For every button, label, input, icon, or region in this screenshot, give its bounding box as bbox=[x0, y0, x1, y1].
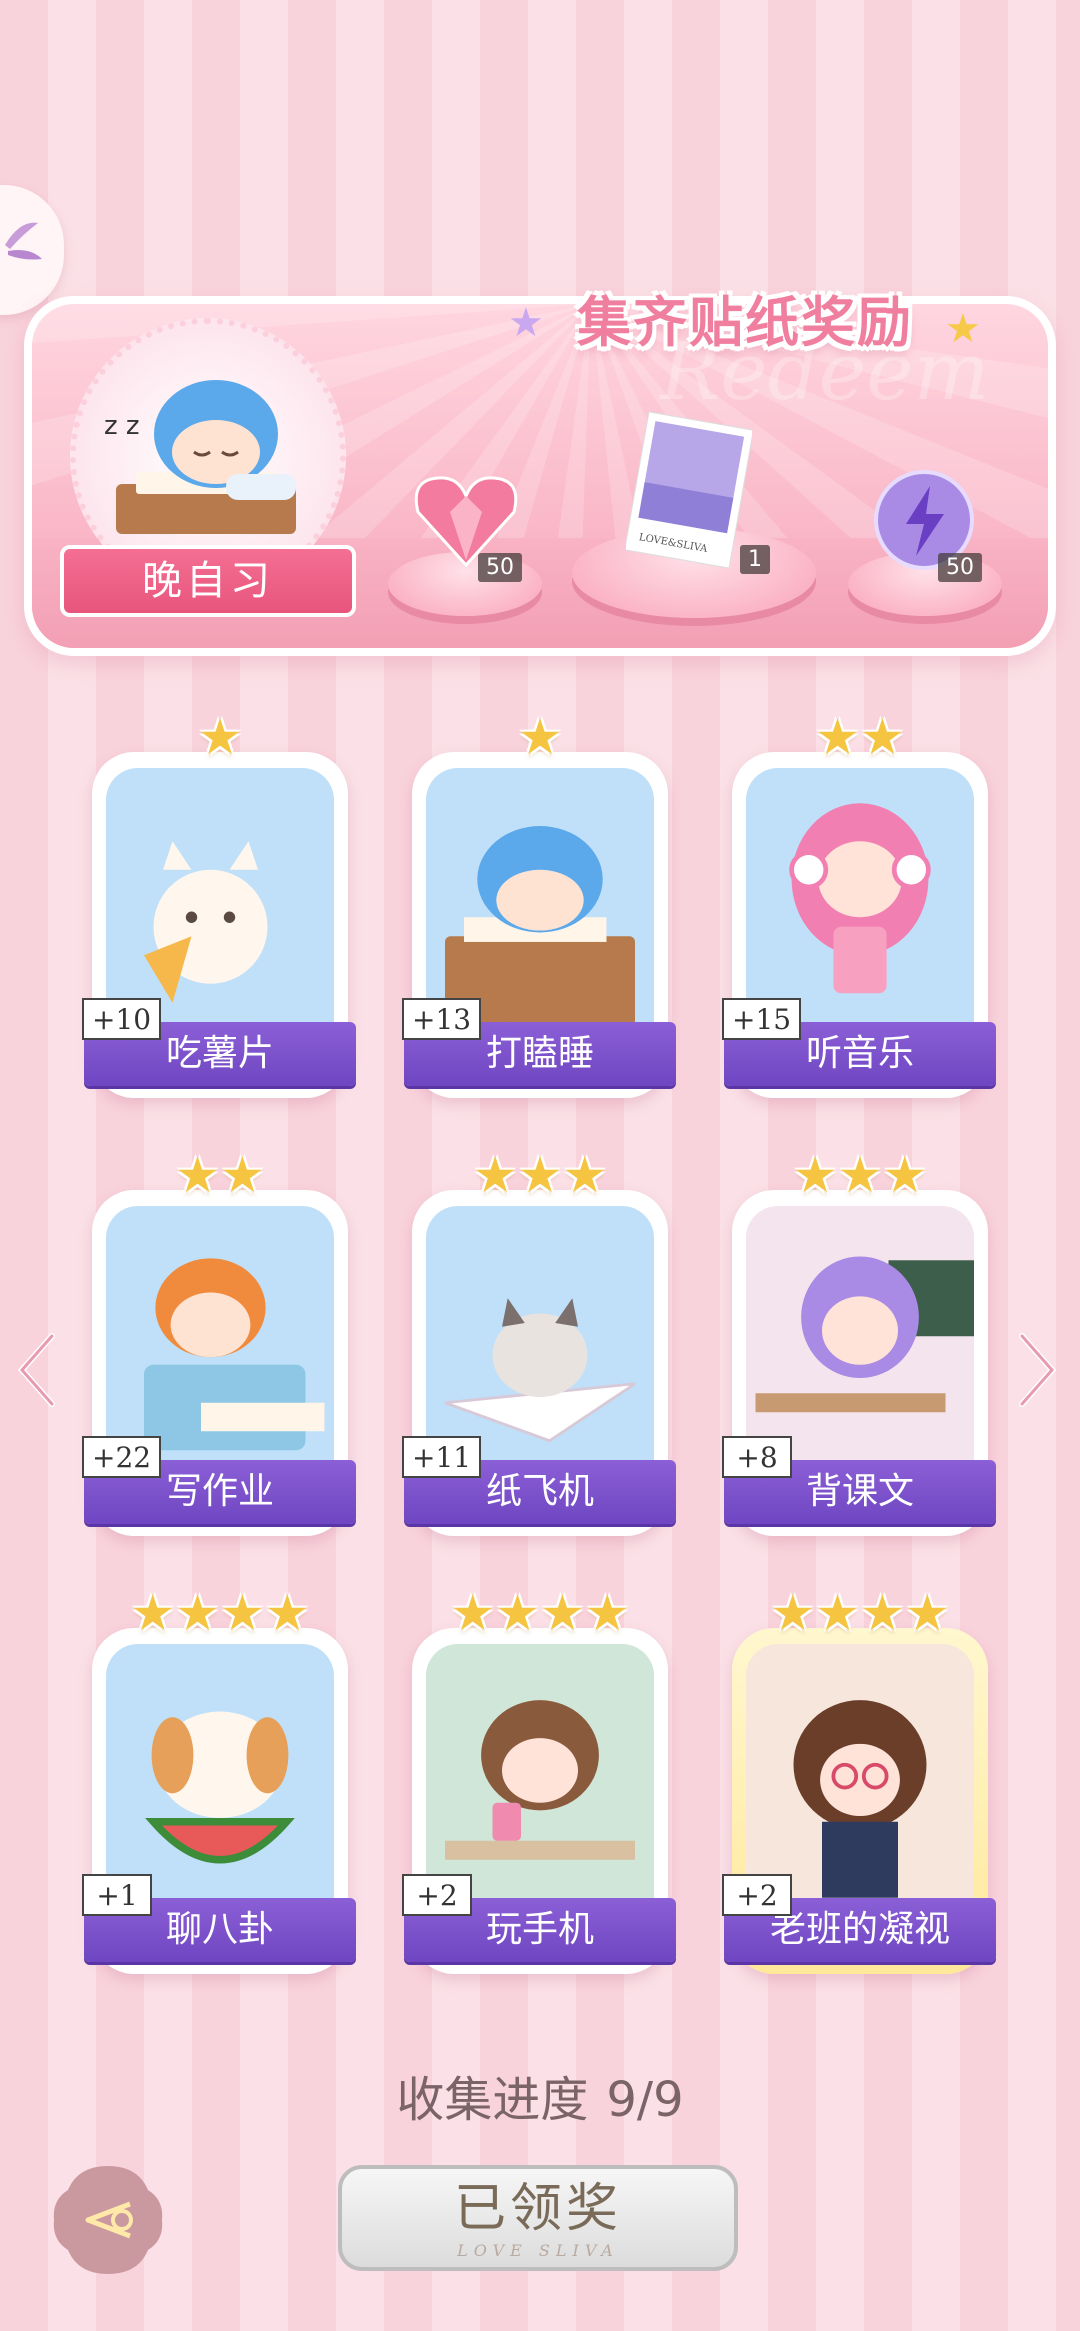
progress-value: 9/9 bbox=[606, 2072, 684, 2128]
star-icon: ★ bbox=[175, 1584, 220, 1642]
sticker-card[interactable]: ★★ 写作业 +22 bbox=[82, 1146, 356, 1536]
star-rating: ★ bbox=[412, 708, 668, 766]
sticker-card[interactable]: ★★★★ 老班的凝视 +2 bbox=[722, 1584, 996, 1974]
sticker-card[interactable]: ★ 打瞌睡 +13 bbox=[402, 708, 676, 1098]
star-icon: ★ bbox=[472, 1146, 518, 1204]
sticker-bonus: +11 bbox=[402, 1436, 482, 1478]
star-icon: ★ bbox=[517, 1146, 563, 1204]
sticker-bonus: +22 bbox=[82, 1436, 162, 1478]
progress-label: 收集进度 bbox=[396, 2072, 589, 2128]
star-icon: ★ bbox=[562, 1146, 608, 1204]
star-rating: ★★★ bbox=[732, 1146, 988, 1204]
sticker-bonus: +15 bbox=[722, 998, 802, 1040]
back-button[interactable] bbox=[48, 2160, 168, 2280]
side-menu-bubble[interactable] bbox=[0, 185, 64, 315]
sticker-card[interactable]: ★★★ 背课文 +8 bbox=[722, 1146, 996, 1536]
star-icon: ★ bbox=[945, 306, 981, 352]
star-rating: ★★ bbox=[92, 1146, 348, 1204]
star-icon: ★ bbox=[815, 708, 860, 766]
prev-page-arrow-icon[interactable] bbox=[14, 1330, 58, 1410]
sticker-card[interactable]: ★★★ 纸飞机 +11 bbox=[402, 1146, 676, 1536]
claimed-button-label: 已领奖 bbox=[453, 2179, 622, 2239]
sticker-card[interactable]: ★★ 听音乐 +15 bbox=[722, 708, 996, 1098]
sticker-card[interactable]: ★★★★ 玩手机 +2 bbox=[402, 1584, 676, 1974]
sticker-card[interactable]: ★★★★ 聊八卦 +1 bbox=[82, 1584, 356, 1974]
star-icon: ★ bbox=[904, 1584, 950, 1642]
next-page-arrow-icon[interactable] bbox=[1016, 1330, 1060, 1410]
svg-text:z z: z z bbox=[104, 411, 140, 441]
star-icon: ★ bbox=[584, 1584, 630, 1642]
reward-count: 50 bbox=[478, 553, 522, 582]
claimed-button-sub: LOVE SLIVA bbox=[457, 2241, 619, 2260]
star-icon: ★ bbox=[175, 1146, 220, 1204]
star-icon: ★ bbox=[882, 1146, 928, 1204]
panel-title: 集齐贴纸奖励 bbox=[577, 291, 913, 354]
star-icon: ★ bbox=[540, 1584, 585, 1642]
star-icon: ★ bbox=[860, 708, 905, 766]
star-icon: ★ bbox=[197, 708, 243, 766]
sticker-bonus: +2 bbox=[722, 1874, 792, 1916]
sticker-bonus: +10 bbox=[82, 998, 162, 1040]
star-icon: ★ bbox=[517, 708, 563, 766]
sticker-bonus: +13 bbox=[402, 998, 482, 1040]
star-icon: ★ bbox=[495, 1584, 540, 1642]
star-icon: ★ bbox=[860, 1584, 905, 1642]
reward-count: 1 bbox=[740, 545, 770, 574]
postcard-icon: LOVE&SLIVA bbox=[626, 411, 752, 569]
star-icon: ★ bbox=[450, 1584, 496, 1642]
star-icon: ★ bbox=[792, 1146, 838, 1204]
star-icon: ★ bbox=[508, 300, 544, 346]
star-icon: ★ bbox=[770, 1584, 816, 1642]
star-icon: ★ bbox=[130, 1584, 176, 1642]
star-icon: ★ bbox=[220, 1584, 265, 1642]
star-icon: ★ bbox=[837, 1146, 883, 1204]
petal-icon bbox=[5, 222, 42, 260]
star-rating: ★ bbox=[92, 708, 348, 766]
reward-count: 50 bbox=[938, 553, 982, 582]
star-icon: ★ bbox=[815, 1584, 860, 1642]
star-rating: ★★★ bbox=[412, 1146, 668, 1204]
sticker-bonus: +2 bbox=[402, 1874, 472, 1916]
character-name-ribbon: 晚自习 bbox=[60, 545, 356, 617]
star-rating: ★★★★ bbox=[732, 1584, 988, 1642]
star-icon: ★ bbox=[220, 1146, 265, 1204]
star-rating: ★★★★ bbox=[412, 1584, 668, 1642]
star-rating: ★★ bbox=[732, 708, 988, 766]
sticker-card[interactable]: ★ 吃薯片 +10 bbox=[82, 708, 356, 1098]
star-rating: ★★★★ bbox=[92, 1584, 348, 1642]
claimed-button[interactable]: 已领奖 LOVE SLIVA bbox=[338, 2165, 738, 2271]
star-icon: ★ bbox=[264, 1584, 310, 1642]
sticker-bonus: +8 bbox=[722, 1436, 792, 1478]
collection-progress: 收集进度 9/9 bbox=[0, 2060, 1080, 2130]
sticker-bonus: +1 bbox=[82, 1874, 152, 1916]
